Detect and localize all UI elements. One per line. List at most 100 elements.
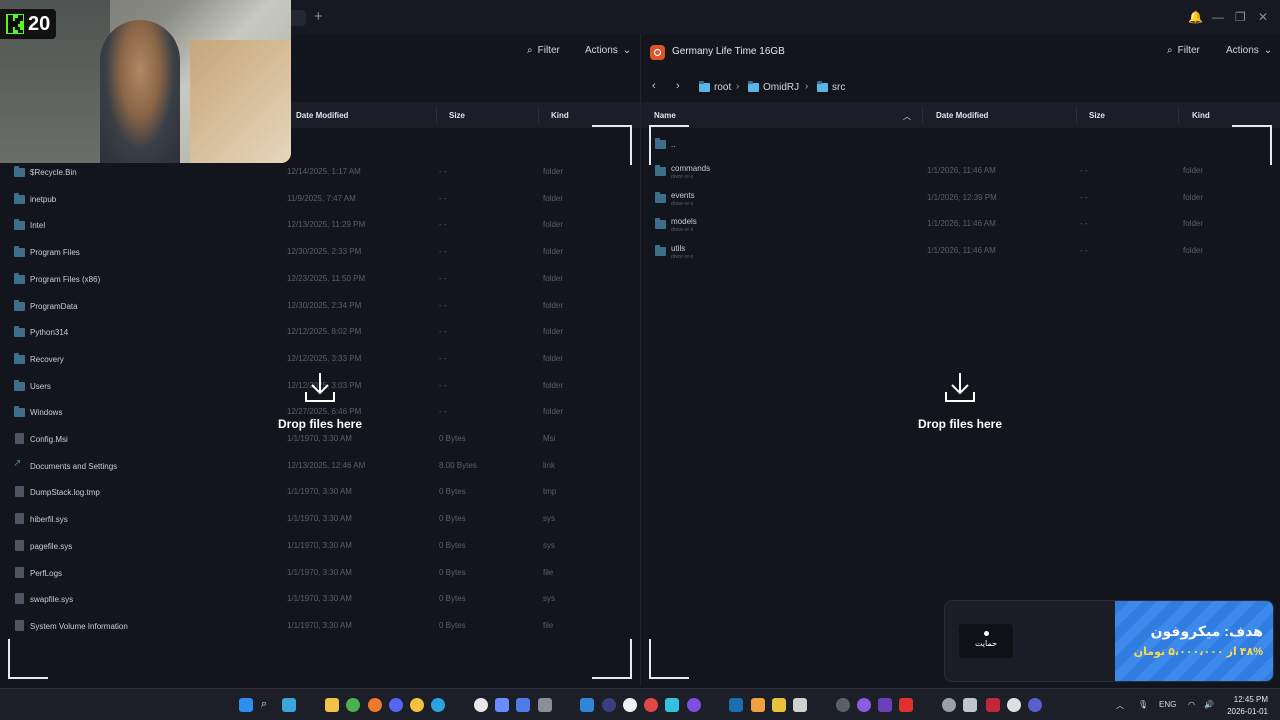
support-button[interactable]: حمایت — [959, 624, 1013, 658]
app-icon[interactable] — [538, 698, 552, 712]
column-kind[interactable]: Kind — [1192, 111, 1210, 120]
windows-start-icon[interactable] — [239, 698, 253, 712]
app-icon[interactable] — [410, 698, 424, 712]
clock[interactable]: 12:45 PM 2026-01-01 — [1224, 694, 1268, 718]
folder-icon — [655, 244, 666, 256]
app-icon[interactable] — [665, 698, 679, 712]
file-kind: folder — [1183, 192, 1204, 202]
volume-icon[interactable]: 🔊 — [1204, 700, 1214, 709]
column-resizer[interactable] — [436, 106, 437, 124]
app-icon[interactable] — [1007, 698, 1021, 712]
file-row[interactable]: Recovery 12/12/2025, 3:33 PM - - folder — [0, 346, 640, 372]
file-name: System Volume Information — [30, 621, 128, 631]
app-icon[interactable] — [644, 698, 658, 712]
column-date[interactable]: Date Modified — [936, 111, 988, 120]
app-icon[interactable] — [623, 698, 637, 712]
actions-button[interactable]: Actions ⌄ — [1226, 45, 1272, 56]
sort-ascending-icon[interactable]: ︿ — [903, 111, 911, 122]
app-icon[interactable] — [793, 698, 807, 712]
chrome-icon[interactable] — [346, 698, 360, 712]
app-icon[interactable] — [963, 698, 977, 712]
bell-icon[interactable]: 🔔 — [1188, 10, 1203, 24]
app-icon[interactable] — [942, 698, 956, 712]
app-icon[interactable] — [602, 698, 616, 712]
tray-chevron-icon[interactable]: ︿ — [1116, 700, 1124, 711]
file-row[interactable]: hiberfil.sys 1/1/1970, 3:30 AM 0 Bytes sys — [0, 506, 640, 532]
file-size: - - — [439, 327, 447, 337]
breadcrumb-src[interactable]: src — [817, 81, 845, 93]
wifi-icon[interactable]: ◠ — [1188, 700, 1195, 709]
file-row[interactable]: DumpStack.log.tmp 1/1/1970, 3:30 AM 0 Byte… — [0, 479, 640, 505]
column-name[interactable]: Name — [654, 111, 676, 120]
minimize-button[interactable]: — — [1212, 10, 1224, 24]
file-row[interactable]: events drwxr-xr-x 1/1/2026, 12:39 PM - - fol… — [641, 185, 1280, 211]
file-row[interactable]: utils drwxr-xr-x 1/1/2026, 11:46 AM - - fold… — [641, 238, 1280, 264]
chart-app-icon[interactable] — [495, 698, 509, 712]
app-icon[interactable] — [986, 698, 1000, 712]
steam-icon[interactable] — [729, 698, 743, 712]
app-icon[interactable] — [836, 698, 850, 712]
maximize-button[interactable]: ❐ — [1235, 10, 1246, 24]
file-row[interactable]: ProgramData 12/30/2025, 2:34 PM - - folder — [0, 293, 640, 319]
breadcrumb-omidrj[interactable]: OmidRJ — [748, 81, 799, 93]
column-resizer[interactable] — [1076, 106, 1077, 124]
file-row[interactable]: Python314 12/12/2025, 8:02 PM - - folder — [0, 319, 640, 345]
remote-drop-zone[interactable]: Drop files here — [900, 370, 1020, 431]
file-explorer-icon[interactable] — [325, 698, 339, 712]
file-row[interactable]: System Volume Information 1/1/1970, 3:30 … — [0, 613, 640, 639]
filter-button[interactable]: ⌕ Filter — [1167, 45, 1200, 56]
column-resizer[interactable] — [922, 106, 923, 124]
file-row[interactable]: Program Files 12/30/2025, 2:33 PM - - folde… — [0, 239, 640, 265]
parent-dir-row[interactable]: .. — [641, 132, 1280, 158]
filter-button[interactable]: ⌕ Filter — [527, 45, 560, 56]
new-tab-button[interactable]: + — [314, 8, 323, 25]
actions-button[interactable]: Actions ⌄ — [585, 45, 631, 56]
column-size[interactable]: Size — [449, 111, 465, 120]
column-resizer[interactable] — [1178, 106, 1179, 124]
file-size: - - — [439, 407, 447, 417]
app-icon[interactable] — [878, 698, 892, 712]
forward-arrow-icon[interactable]: › — [676, 80, 680, 92]
file-row[interactable]: models drwxr-xr-x 1/1/2026, 11:46 AM - - fol… — [641, 211, 1280, 237]
vscode-icon[interactable] — [580, 698, 594, 712]
file-date: 1/1/1970, 3:30 AM — [287, 514, 352, 524]
folder-icon — [14, 246, 25, 258]
drop-corner — [1232, 125, 1272, 165]
file-row[interactable]: Intel 12/13/2025, 11:29 PM - - folder — [0, 212, 640, 238]
file-name: ProgramData — [30, 301, 78, 311]
file-row[interactable]: Program Files (x86) 12/23/2025, 11:50 PM -… — [0, 266, 640, 292]
file-row[interactable]: pagefile.sys 1/1/1970, 3:30 AM 0 Bytes sys — [0, 533, 640, 559]
app-icon[interactable] — [857, 698, 871, 712]
discord-icon[interactable] — [389, 698, 403, 712]
column-date[interactable]: Date Modified — [296, 111, 348, 120]
folder-icon — [14, 192, 25, 204]
microphone-icon[interactable]: 🎙 — [1138, 700, 1148, 709]
local-drop-zone[interactable]: Drop files here — [260, 370, 380, 431]
telegram-icon[interactable] — [431, 698, 445, 712]
widgets-icon[interactable] — [282, 698, 296, 712]
app-icon[interactable] — [687, 698, 701, 712]
file-row[interactable]: ↗ Documents and Settings 12/13/2025, 12:46… — [0, 453, 640, 479]
back-arrow-icon[interactable]: ‹ — [652, 80, 656, 92]
file-row[interactable]: PerfLogs 1/1/1970, 3:30 AM 0 Bytes file — [0, 560, 640, 586]
close-button[interactable]: ✕ — [1258, 10, 1268, 24]
app-icon[interactable] — [516, 698, 530, 712]
remote-column-header: Name ︿ Date Modified Size Kind — [641, 102, 1280, 128]
breadcrumb-root[interactable]: root — [699, 81, 731, 93]
app-icon[interactable] — [1028, 698, 1042, 712]
app-icon[interactable] — [474, 698, 488, 712]
app-icon[interactable] — [772, 698, 786, 712]
file-row[interactable]: inetpub 11/9/2025, 7:47 AM - - folder — [0, 186, 640, 212]
search-icon[interactable]: ⌕ — [261, 698, 275, 712]
column-size[interactable]: Size — [1089, 111, 1105, 120]
column-resizer[interactable] — [538, 106, 539, 124]
language-indicator[interactable]: ENG — [1159, 700, 1176, 709]
file-row[interactable]: commands drwxr-xr-x 1/1/2026, 11:46 AM - - f… — [641, 158, 1280, 184]
file-size: 8.00 Bytes — [439, 460, 477, 470]
file-date: 12/13/2025, 11:29 PM — [287, 220, 366, 230]
column-kind[interactable]: Kind — [551, 111, 569, 120]
youtube-icon[interactable] — [899, 698, 913, 712]
file-row[interactable]: swapfile.sys 1/1/1970, 3:30 AM 0 Bytes sys — [0, 586, 640, 612]
app-icon[interactable] — [751, 698, 765, 712]
firefox-icon[interactable] — [368, 698, 382, 712]
